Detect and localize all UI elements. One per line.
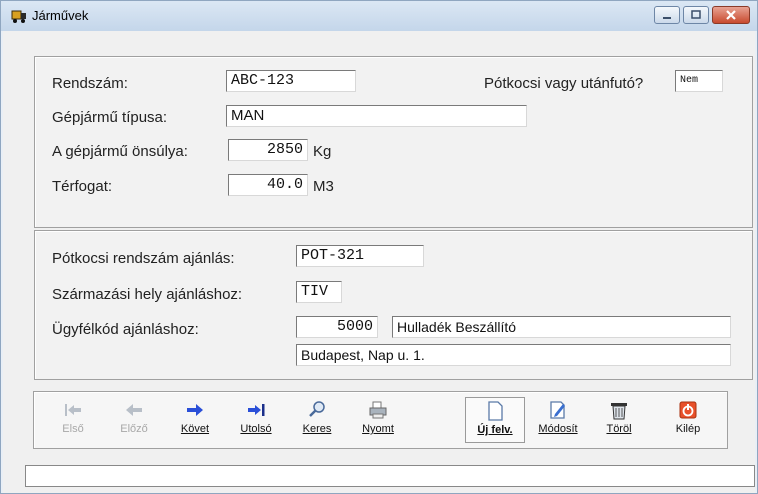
print-button-label: Nyomt: [362, 423, 394, 435]
minimize-icon: [663, 17, 671, 19]
status-bar: [25, 465, 755, 487]
printer-icon: [369, 401, 387, 419]
plate-label: Rendszám:: [52, 75, 128, 92]
next-button[interactable]: Követ: [168, 397, 222, 443]
new-document-icon: [488, 401, 503, 421]
suggestion-panel: Pótkocsi rendszám ajánlás: POT-321 Szárm…: [34, 230, 753, 380]
client-label: Ügyfélkód ajánláshoz:: [52, 321, 199, 338]
truck-app-icon: [11, 10, 26, 23]
record-toolbar: Első Előző Követ Utolsó Keres Nyomt Új f…: [33, 391, 728, 449]
prev-button-label: Előző: [120, 423, 148, 435]
trailer-plate-label: Pótkocsi rendszám ajánlás:: [52, 250, 235, 267]
close-icon: [726, 10, 736, 20]
vehicle-panel: Rendszám: ABC-123 Pótkocsi vagy utánfutó…: [34, 56, 753, 228]
edit-button-label: Módosít: [538, 423, 578, 435]
delete-button[interactable]: Töröl: [592, 397, 646, 443]
trailer-label: Pótkocsi vagy utánfutó?: [484, 75, 644, 92]
type-label: Gépjármű típusa:: [52, 109, 168, 126]
search-button-label: Keres: [302, 423, 332, 435]
client-address-field[interactable]: Budapest, Nap u. 1.: [296, 344, 731, 366]
close-button[interactable]: [712, 6, 750, 24]
delete-button-label: Töröl: [606, 423, 632, 435]
last-record-icon: [248, 404, 265, 416]
last-button-label: Utolsó: [240, 423, 272, 435]
trailer-plate-field[interactable]: POT-321: [296, 245, 424, 267]
plate-field[interactable]: ABC-123: [226, 70, 356, 92]
prev-button[interactable]: Előző: [107, 397, 161, 443]
minimize-button[interactable]: [654, 6, 680, 24]
first-record-icon: [65, 404, 81, 416]
vehicles-window: Járművek Rendszám: ABC-123 Pótkocsi vagy…: [0, 0, 758, 494]
search-button[interactable]: Keres: [290, 397, 344, 443]
client-code-field[interactable]: 5000: [296, 316, 378, 338]
next-button-label: Követ: [180, 423, 210, 435]
maximize-icon: [691, 10, 701, 19]
arrow-left-icon: [126, 404, 142, 416]
volume-label: Térfogat:: [52, 178, 113, 195]
edit-icon: [550, 401, 565, 419]
trailer-field[interactable]: Nem: [675, 70, 723, 92]
title-bar[interactable]: Járművek: [1, 1, 757, 31]
weight-label: A gépjármű önsúlya:: [52, 143, 188, 160]
weight-field[interactable]: 2850: [228, 139, 308, 161]
first-button-label: Első: [62, 423, 84, 435]
exit-button[interactable]: Kilép: [661, 397, 715, 443]
volume-unit: M3: [313, 178, 334, 195]
type-field[interactable]: MAN: [226, 105, 527, 127]
trash-icon: [611, 403, 627, 420]
exit-button-label: Kilép: [675, 423, 701, 435]
new-record-button[interactable]: Új felv.: [465, 397, 525, 443]
weight-unit: Kg: [313, 143, 332, 160]
last-button[interactable]: Utolsó: [229, 397, 283, 443]
maximize-button[interactable]: [683, 6, 709, 24]
arrow-right-icon: [187, 404, 203, 416]
client-name-field[interactable]: Hulladék Beszállító: [392, 316, 731, 338]
window-title: Járművek: [32, 8, 89, 23]
print-button[interactable]: Nyomt: [351, 397, 405, 443]
first-button[interactable]: Első: [46, 397, 100, 443]
origin-field[interactable]: TIV: [296, 281, 342, 303]
window-body: Rendszám: ABC-123 Pótkocsi vagy utánfutó…: [3, 31, 755, 493]
edit-button[interactable]: Módosít: [531, 397, 585, 443]
origin-label: Származási hely ajánláshoz:: [52, 286, 243, 303]
power-icon: [679, 401, 697, 419]
volume-field[interactable]: 40.0: [228, 174, 308, 196]
new-record-button-label: Új felv.: [477, 424, 513, 436]
search-icon: [309, 401, 325, 417]
